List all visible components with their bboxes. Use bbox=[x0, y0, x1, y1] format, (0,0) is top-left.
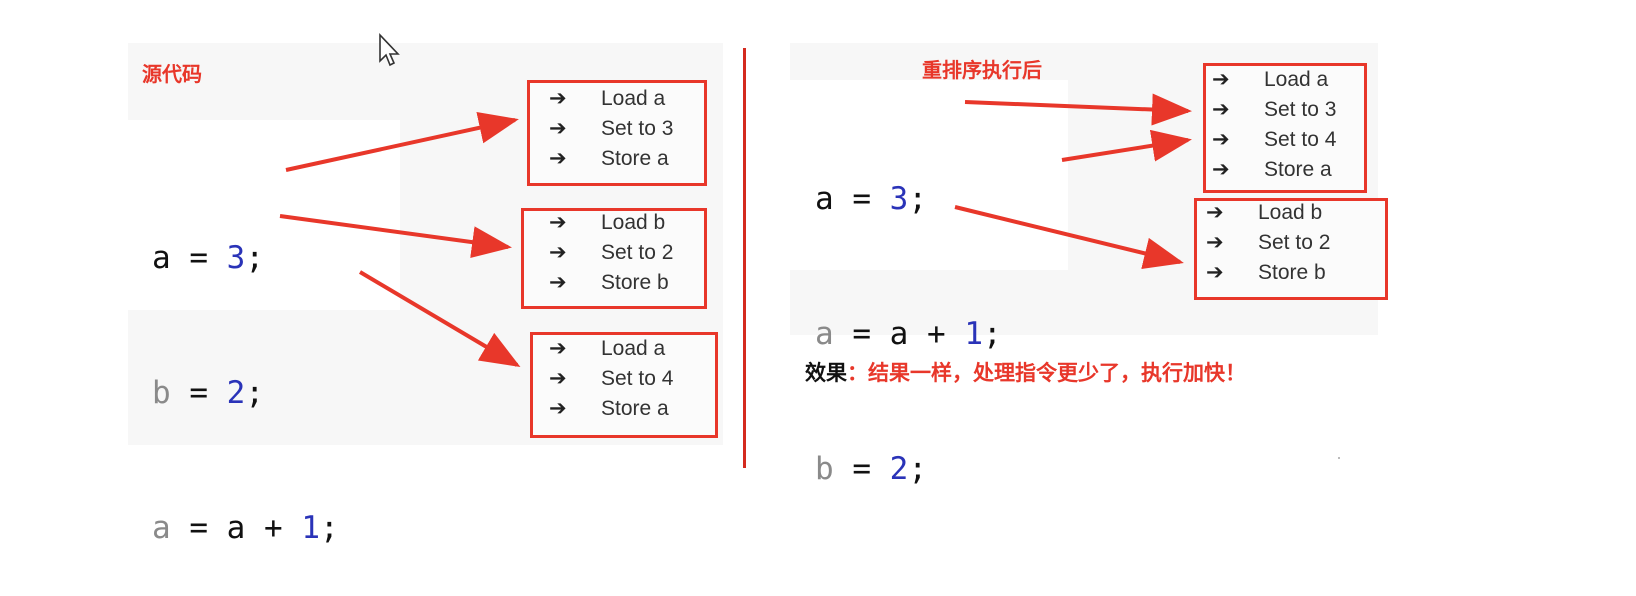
connector-arrow bbox=[954, 205, 1184, 269]
code-var: a bbox=[152, 510, 171, 546]
connector-arrows bbox=[279, 93, 1192, 368]
connector-arrow bbox=[964, 93, 1192, 126]
code-line: a = a + 1; bbox=[152, 510, 339, 546]
connector-arrow bbox=[1061, 129, 1192, 162]
stray-dot bbox=[1338, 457, 1340, 459]
connector-arrow bbox=[279, 214, 512, 259]
mouse-cursor-icon bbox=[379, 33, 400, 67]
connector-arrow bbox=[358, 270, 521, 368]
connector-arrow bbox=[285, 112, 519, 172]
code-number: 1 bbox=[301, 510, 320, 546]
